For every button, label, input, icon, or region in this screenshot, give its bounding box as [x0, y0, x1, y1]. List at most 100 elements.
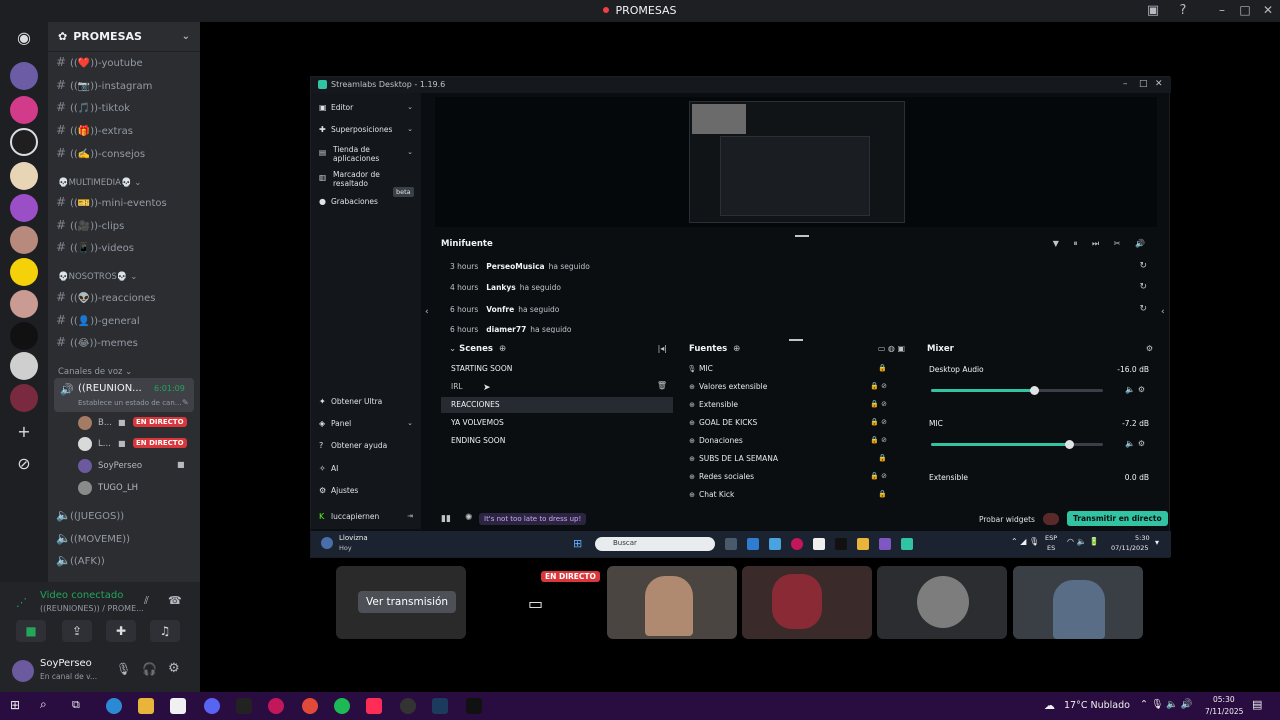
voice-channel-item[interactable]: 🔈((JUEGOS))	[56, 508, 124, 522]
voice-channel-item[interactable]: 🔈((AFK))	[56, 553, 105, 567]
video-tile[interactable]	[742, 566, 872, 639]
source-item[interactable]: ⊕ Chat Kick 🔒	[685, 487, 907, 499]
channel-item[interactable]: # ((🎫))-mini-eventos	[56, 195, 167, 209]
minifeed-controls[interactable]: ▼ ⏸ ⏭ ✂ 🔊	[1053, 239, 1151, 249]
camera-button[interactable]: ■	[16, 620, 46, 642]
voice-channel-item[interactable]: 🔈((MOVEME))	[56, 531, 130, 545]
volume-knob[interactable]	[1030, 386, 1040, 395]
avatar[interactable]	[78, 481, 92, 495]
microphone-icon[interactable]: 🎙	[116, 662, 131, 676]
nav-marcador[interactable]: Marcador de resaltado	[319, 170, 389, 188]
discord-home-icon[interactable]: ◉	[12, 26, 36, 50]
go-live-button[interactable]: Transmitir en directo	[1067, 511, 1168, 526]
windows-start-icon[interactable]: ⊞	[10, 698, 20, 712]
server-icon[interactable]	[10, 194, 38, 222]
minimize-button[interactable]: –	[1214, 3, 1230, 17]
add-server-icon[interactable]: +	[12, 420, 36, 444]
channel-item[interactable]: # ((📷))-instagram	[56, 78, 152, 92]
scene-transition-icon[interactable]: |◂|	[658, 344, 667, 353]
replay-icon[interactable]: ↻	[1139, 304, 1147, 314]
clock-time[interactable]: 05:30	[1213, 695, 1235, 704]
test-widgets-button[interactable]: Probar widgets	[979, 515, 1035, 524]
obs-icon[interactable]	[400, 698, 416, 714]
discord-icon[interactable]	[204, 698, 220, 714]
gear-icon[interactable]: ⚙	[168, 661, 180, 676]
tiktok-icon[interactable]	[366, 698, 382, 714]
channel-item[interactable]: # ((✍️))-consejos	[56, 146, 145, 160]
trash-icon[interactable]: 🗑	[657, 381, 667, 390]
steam-icon[interactable]	[432, 698, 448, 714]
volume-slider[interactable]	[931, 440, 1103, 449]
channel-item[interactable]: # ((❤️))-youtube	[56, 55, 143, 69]
server-icon[interactable]	[10, 96, 38, 124]
source-tools-icon[interactable]: ▭ ◍ ▣	[878, 344, 905, 353]
avatar[interactable]	[12, 660, 34, 682]
folder-icon[interactable]	[138, 698, 154, 714]
server-icon[interactable]	[10, 62, 38, 90]
avatar[interactable]	[78, 459, 92, 473]
video-tile[interactable]	[877, 566, 1007, 639]
replay-icon[interactable]: ↻	[1139, 282, 1147, 292]
opera-icon[interactable]	[268, 698, 284, 714]
video-tile[interactable]	[1013, 566, 1143, 639]
search-icon[interactable]: ⌕	[40, 697, 47, 712]
source-item[interactable]: ⊕ Valores extensible 🔒 ⊘	[685, 379, 907, 395]
stats-icon[interactable]: ▮▮	[441, 514, 451, 524]
edit-icon[interactable]: ✎	[182, 398, 189, 407]
lock-icon[interactable]: 🔒	[878, 454, 887, 462]
epic-games-icon[interactable]	[466, 698, 482, 714]
promo-tip[interactable]: It's not too late to dress up!	[479, 513, 587, 525]
store-icon[interactable]	[170, 698, 186, 714]
avatar[interactable]	[78, 416, 92, 430]
voice-connected-subtitle[interactable]: ((REUNIONES)) / PROME...	[40, 604, 144, 613]
source-item[interactable]: 🎙 MIC 🔒	[685, 361, 907, 377]
source-item[interactable]: ⊕ SUBS DE LA SEMANA 🔒	[685, 451, 907, 467]
add-source-icon[interactable]: ⊕	[733, 344, 740, 354]
voice-channel-active[interactable]: 🔊 ((REUNION... 6:01:09 Establece un esta…	[54, 378, 194, 412]
lock-visibility-icon[interactable]: 🔒 ⊘	[870, 400, 887, 408]
source-item[interactable]: ⊕ Redes sociales 🔒 ⊘	[685, 469, 907, 485]
nav-tienda[interactable]: Tienda de aplicaciones	[319, 145, 389, 163]
disconnect-icon[interactable]: ☎	[168, 594, 182, 607]
help-icon[interactable]: ?	[1175, 3, 1191, 19]
scene-item[interactable]: YA VOLVEMOS	[441, 415, 673, 431]
capcut-icon[interactable]	[236, 698, 252, 714]
video-tile[interactable]	[607, 566, 737, 639]
lock-visibility-icon[interactable]: 🔒 ⊘	[870, 472, 887, 480]
server-icon[interactable]	[10, 322, 38, 350]
weather-text[interactable]: 17°C Nublado	[1064, 700, 1130, 711]
nav-panel[interactable]: ◈ Panel	[319, 419, 351, 428]
server-icon[interactable]	[10, 162, 38, 190]
notification-icon[interactable]: ▤	[1252, 698, 1262, 711]
replay-icon[interactable]: ↻	[1139, 261, 1147, 271]
scene-item[interactable]: IRL	[441, 379, 673, 395]
channel-item[interactable]: # ((👽))-reacciones	[56, 290, 155, 304]
server-icon[interactable]	[10, 226, 38, 254]
server-icon-active[interactable]	[10, 128, 38, 156]
category-voice[interactable]: Canales de voz ⌄	[58, 367, 132, 377]
scene-item[interactable]: ENDING SOON	[441, 433, 673, 449]
shared-screen-streamlabs[interactable]: Streamlabs Desktop - 1.19.6 – □ ✕ ▣ Edito…	[310, 76, 1171, 558]
inbox-icon[interactable]: ▣	[1145, 3, 1161, 19]
lock-icon[interactable]: 🔒	[878, 490, 887, 498]
server-header[interactable]: ✿ PROMESAS ⌄	[48, 22, 200, 52]
channel-item[interactable]: # ((🎥))-clips	[56, 218, 124, 232]
headphones-icon[interactable]: 🎧	[142, 662, 157, 676]
nav-ayuda[interactable]: ? Obtener ayuda	[319, 441, 387, 450]
nav-ajustes[interactable]: ⚙ Ajustes	[319, 486, 358, 495]
tray-icons[interactable]: ⌃ 🎙 🔈 🔊	[1140, 699, 1193, 710]
lock-visibility-icon[interactable]: 🔒 ⊘	[870, 418, 887, 426]
channel-item[interactable]: # ((👤))-general	[56, 313, 140, 327]
lock-visibility-icon[interactable]: 🔒 ⊘	[870, 382, 887, 390]
channel-item[interactable]: # ((🎁))-extras	[56, 123, 133, 137]
channel-item[interactable]: # ((🎵))-tiktok	[56, 100, 130, 114]
scene-item-selected[interactable]: REACCIONES	[441, 397, 673, 413]
category-multimedia[interactable]: 💀MULTIMEDIA💀 ⌄	[58, 178, 141, 188]
category-nosotros[interactable]: 💀NOSOTROS💀 ⌄	[58, 272, 137, 282]
task-view-icon[interactable]: ⧉	[72, 698, 80, 712]
soundboard-button[interactable]: ♫	[150, 620, 180, 642]
server-icon[interactable]	[10, 352, 38, 380]
lock-visibility-icon[interactable]: 🔒 ⊘	[870, 436, 887, 444]
volume-knob[interactable]	[1064, 440, 1074, 449]
screen-share-button[interactable]: ⇪	[62, 620, 92, 642]
